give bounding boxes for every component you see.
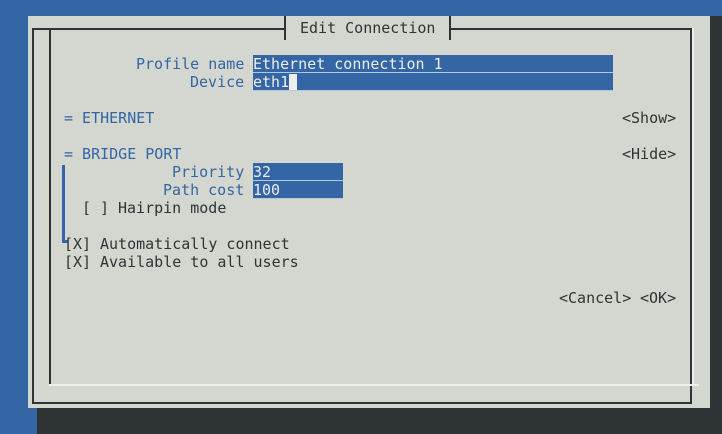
- hairpin-checkbox[interactable]: [ ]: [82, 199, 109, 217]
- all-users-label: Available to all users: [100, 253, 299, 271]
- dialog-shadow-bottom: [37, 407, 722, 434]
- bridge-port-hide-button[interactable]: <Hide>: [622, 145, 676, 163]
- bridge-port-group-bracket: [62, 165, 68, 243]
- dialog-inner-frame-bottom: [49, 384, 699, 386]
- device-input[interactable]: eth1: [253, 73, 613, 91]
- device-value: eth1: [253, 73, 290, 91]
- dialog-frame-right: [692, 28, 694, 386]
- priority-input[interactable]: 32: [253, 163, 343, 181]
- ok-button[interactable]: <OK>: [640, 289, 676, 307]
- hairpin-label: Hairpin mode: [118, 199, 227, 217]
- ethernet-section-label: = ETHERNET: [64, 109, 155, 127]
- edit-connection-dialog: Edit Connection Profile name Ethernet co…: [28, 16, 710, 408]
- profile-name-value: Ethernet connection 1: [253, 55, 443, 73]
- text-cursor: [289, 74, 298, 90]
- cancel-button[interactable]: <Cancel>: [559, 289, 631, 307]
- all-users-checkbox[interactable]: [X]: [64, 253, 91, 271]
- profile-name-input[interactable]: Ethernet connection 1: [253, 55, 613, 73]
- dialog-shadow-right: [710, 16, 722, 416]
- path-cost-value: 100: [253, 181, 281, 199]
- priority-label: Priority: [172, 163, 245, 181]
- priority-value: 32: [253, 163, 272, 181]
- auto-connect-checkbox[interactable]: [X]: [64, 235, 91, 253]
- device-label: Device: [190, 73, 245, 91]
- path-cost-input[interactable]: 100: [253, 181, 343, 199]
- ethernet-show-button[interactable]: <Show>: [622, 109, 676, 127]
- auto-connect-label: Automatically connect: [100, 235, 290, 253]
- path-cost-label: Path cost: [163, 181, 245, 199]
- profile-name-label: Profile name: [136, 55, 245, 73]
- bridge-port-section-label: = BRIDGE PORT: [64, 145, 182, 163]
- dialog-title: Edit Connection: [284, 16, 452, 40]
